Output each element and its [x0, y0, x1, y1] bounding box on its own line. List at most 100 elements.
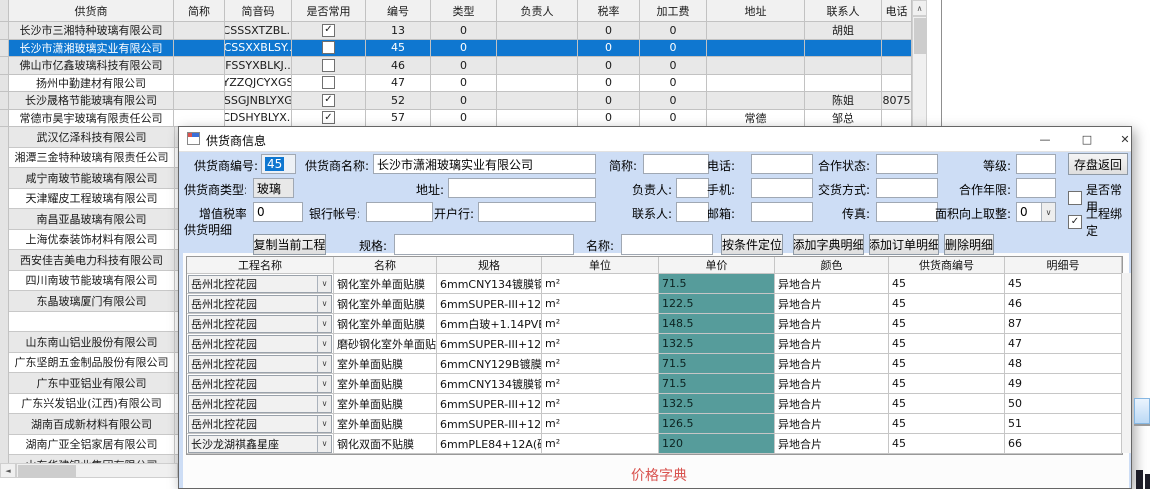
list-item[interactable]: 天津耀皮工程玻璃有限公司 [0, 189, 178, 210]
grid-cell[interactable]: 异地合片 [775, 434, 889, 454]
area_round-field[interactable]: 0∨ [1016, 202, 1056, 222]
chevron-down-icon[interactable]: ∨ [1041, 203, 1055, 221]
table-row[interactable]: 长沙晟格节能玻璃有限公司CSSGJNBLYXGS✓52000陈姐180751 [0, 92, 912, 110]
minimize-icon[interactable]: — [1027, 127, 1063, 151]
grid-cell[interactable]: 6mm白玻+1.14PVB+6mm... [437, 314, 542, 334]
list-item[interactable]: 广东中亚铝业有限公司 [0, 373, 178, 394]
grid-column-header[interactable]: 单价 [659, 257, 775, 274]
row-header-cell[interactable] [0, 22, 9, 40]
column-header[interactable]: 电话 [882, 0, 912, 22]
table-cell[interactable]: 长沙市潇湘玻璃实业有限公司 [9, 40, 174, 58]
hscroll-track[interactable] [16, 463, 178, 478]
column-header[interactable]: 类型 [431, 0, 497, 22]
grid-cell[interactable]: 87 [1005, 314, 1122, 334]
grid-cell[interactable]: 132.5 [659, 334, 775, 354]
grid-cell[interactable]: 6mmSUPER-III+12A(硅... [437, 394, 542, 414]
grid-cell[interactable]: 室外单面贴膜 [334, 354, 437, 374]
table-cell[interactable]: 胡姐 [805, 22, 882, 40]
grid-cell[interactable]: m² [542, 354, 659, 374]
grid-cell[interactable]: 岳州北控花园∨ [187, 354, 334, 374]
list-item[interactable]: 山东华建铝业集团有限公司 [0, 455, 178, 463]
table-cell[interactable] [497, 57, 578, 75]
column-header[interactable]: 负责人 [497, 0, 578, 22]
grid-cell[interactable]: 45 [889, 394, 1005, 414]
grid-cell[interactable]: 71.5 [659, 274, 775, 294]
delete-detail-button[interactable]: 删除明细 [944, 234, 994, 255]
table-cell[interactable]: 0 [431, 92, 497, 110]
project-combobox[interactable]: 岳州北控花园∨ [188, 315, 332, 333]
grid-cell[interactable]: 异地合片 [775, 294, 889, 314]
supplier_type-field[interactable]: 玻璃 [253, 178, 294, 198]
grid-cell[interactable]: m² [542, 414, 659, 434]
chevron-down-icon[interactable]: ∨ [317, 436, 331, 452]
common-use-checkbox-icon[interactable]: ✓ [322, 94, 335, 107]
table-row[interactable]: 长沙市潇湘玻璃实业有限公司CSSXXBLSY..45000 [0, 40, 912, 58]
table-row[interactable]: 长沙市三湘特种玻璃有限公司CSSSXTZBL..✓13000胡姐 [0, 22, 912, 40]
table-row[interactable]: 佛山市亿鑫玻璃科技有限公司FSSYXBLKJ..46000 [0, 57, 912, 75]
grid-cell[interactable]: 45 [1005, 274, 1122, 294]
vscroll-track[interactable] [912, 16, 927, 127]
column-header[interactable]: 地址 [707, 0, 805, 22]
column-header[interactable]: 税率 [578, 0, 640, 22]
coop_years-field[interactable] [1016, 178, 1056, 198]
supplier-table-hscrollbar[interactable]: ◄ [0, 463, 178, 478]
table-cell[interactable]: 13 [366, 22, 431, 40]
table-cell[interactable]: 180751 [882, 92, 912, 110]
table-cell[interactable]: 0 [640, 75, 707, 93]
table-cell[interactable] [174, 57, 225, 75]
grid-row[interactable]: 岳州北控花园∨钢化室外单面贴膜6mmSUPER-III+12A(硅...m²12… [187, 294, 1122, 314]
column-header[interactable]: 供货商 [9, 0, 174, 22]
row-header-cell[interactable] [0, 75, 9, 93]
list-item[interactable]: 湖南百成新材料有限公司 [0, 414, 178, 435]
grid-row[interactable]: 岳州北控花园∨钢化室外单面贴膜6mmCNY134镀膜钢化m²71.5异地合片45… [187, 274, 1122, 294]
table-cell[interactable] [707, 22, 805, 40]
grid-cell[interactable]: 45 [889, 414, 1005, 434]
project-combobox[interactable]: 岳州北控花园∨ [188, 335, 332, 353]
grid-cell[interactable]: 钢化室外单面贴膜 [334, 294, 437, 314]
grid-cell[interactable]: 岳州北控花园∨ [187, 314, 334, 334]
table-cell[interactable]: 0 [578, 40, 640, 58]
column-header[interactable]: 加工费 [640, 0, 707, 22]
grid-row[interactable]: 长沙龙湖祺鑫星座∨钢化双面不贴膜6mmPLE84+12A(硅酮胶...m²120… [187, 434, 1122, 454]
grid-cell[interactable]: 异地合片 [775, 374, 889, 394]
table-cell[interactable] [497, 110, 578, 128]
grid-cell[interactable]: 66 [1005, 434, 1122, 454]
grid-column-header[interactable]: 名称 [334, 257, 437, 274]
phone-field[interactable] [751, 154, 813, 174]
common-use-checkbox-icon[interactable] [322, 41, 335, 54]
grid-cell[interactable]: 6mmSUPER-III+12A(硅... [437, 334, 542, 354]
grid-cell[interactable]: 岳州北控花园∨ [187, 394, 334, 414]
grid-cell[interactable]: 6mmSUPER-III+12A(硅... [437, 294, 542, 314]
table-cell[interactable]: 长沙晟格节能玻璃有限公司 [9, 92, 174, 110]
grid-cell[interactable]: 126.5 [659, 414, 775, 434]
table-cell[interactable] [292, 57, 366, 75]
table-cell[interactable]: CDSHYBLYX.. [225, 110, 292, 128]
table-cell[interactable] [707, 57, 805, 75]
chevron-down-icon[interactable]: ∨ [317, 316, 331, 332]
grid-cell[interactable]: 6mmCNY134镀膜钢化 [437, 274, 542, 294]
table-cell[interactable]: CSSSXTZBL.. [225, 22, 292, 40]
table-cell[interactable] [805, 40, 882, 58]
grid-cell[interactable]: 45 [889, 374, 1005, 394]
table-cell[interactable]: 0 [640, 22, 707, 40]
column-header[interactable]: 是否常用 [292, 0, 366, 22]
grid-cell[interactable]: m² [542, 274, 659, 294]
table-cell[interactable] [882, 40, 912, 58]
spec-input[interactable] [394, 234, 574, 255]
row-header-cell[interactable] [0, 40, 9, 58]
table-cell[interactable]: 扬州中勤建材有限公司 [9, 75, 174, 93]
grid-cell[interactable]: 岳州北控花园∨ [187, 414, 334, 434]
list-item[interactable]: 咸宁南玻节能玻璃有限公司 [0, 168, 178, 189]
table-cell[interactable]: 0 [640, 110, 707, 128]
grid-cell[interactable]: 异地合片 [775, 394, 889, 414]
add-order-detail-button[interactable]: 添加订单明细 [869, 234, 939, 255]
table-cell[interactable]: 0 [640, 57, 707, 75]
list-item[interactable]: 四川南玻节能玻璃有限公司 [0, 271, 178, 292]
row-header-cell[interactable] [0, 110, 9, 128]
grid-column-header[interactable]: 明细号 [1005, 257, 1122, 274]
table-cell[interactable]: 0 [431, 110, 497, 128]
table-cell[interactable]: 0 [431, 22, 497, 40]
table-cell[interactable]: 46 [366, 57, 431, 75]
table-cell[interactable] [497, 75, 578, 93]
grid-cell[interactable]: 异地合片 [775, 414, 889, 434]
